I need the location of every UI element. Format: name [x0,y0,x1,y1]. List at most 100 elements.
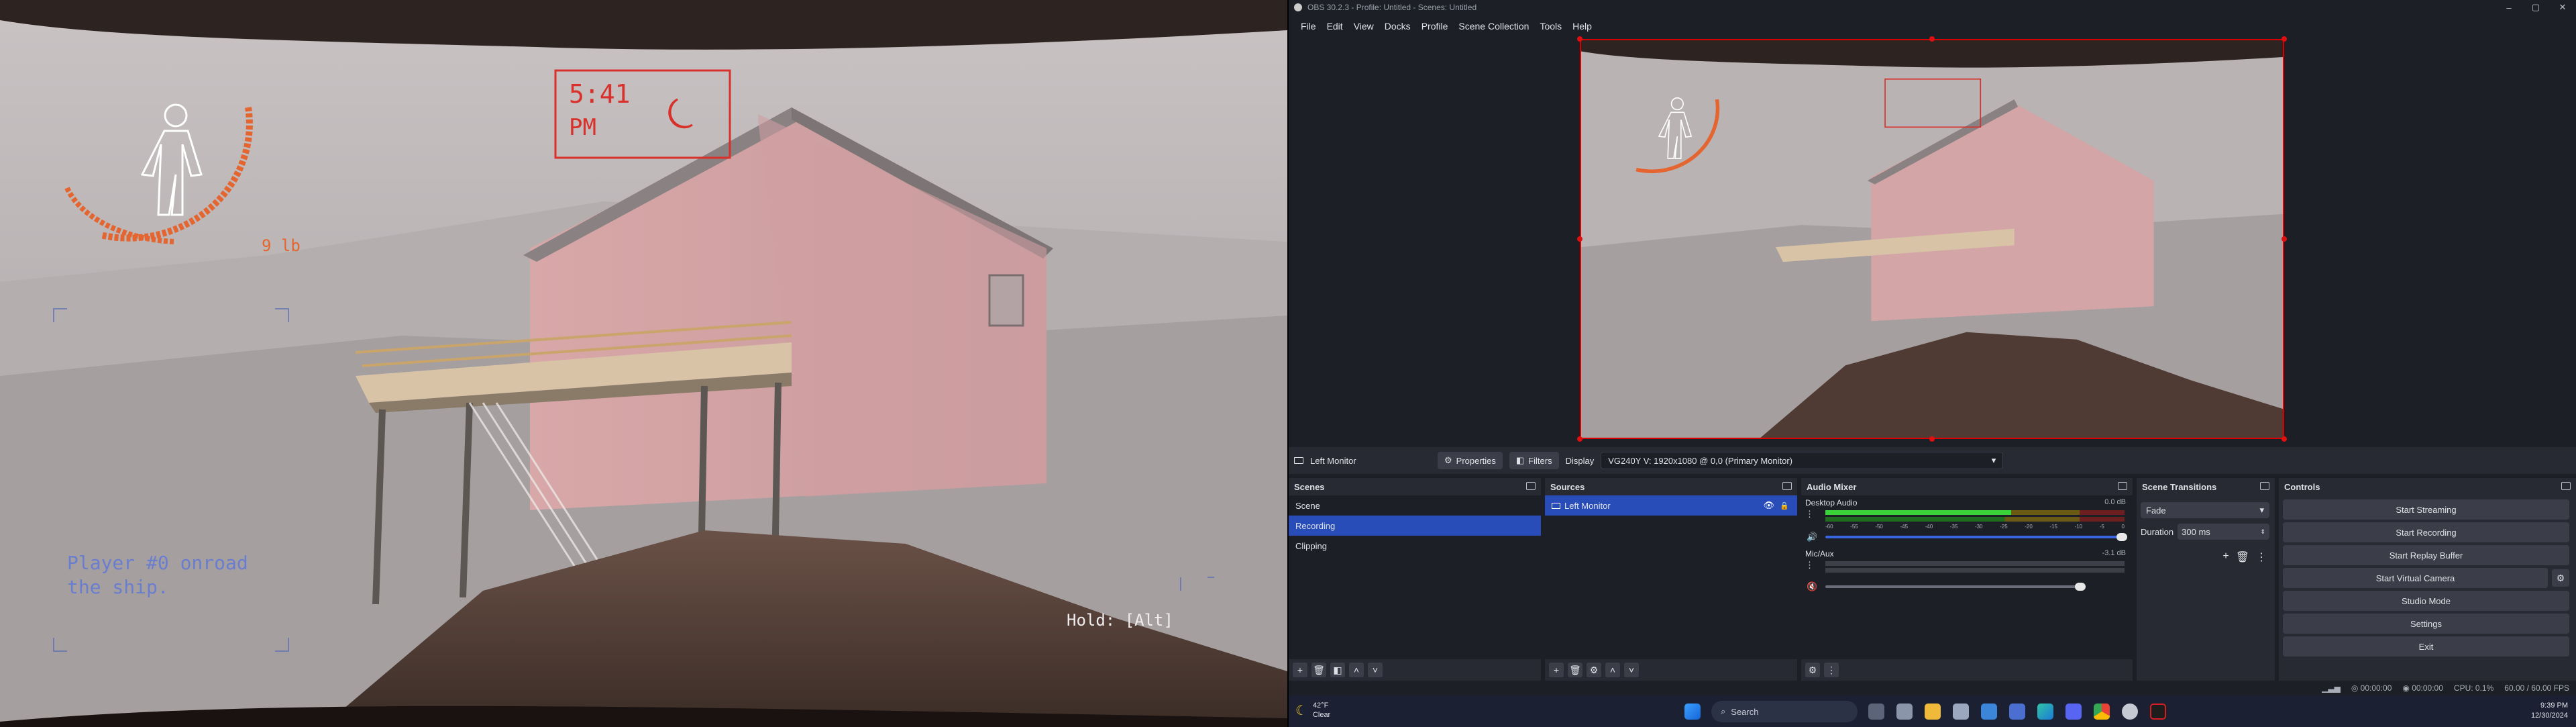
resize-handle-tr[interactable] [2282,36,2287,42]
app-icon[interactable] [2122,704,2138,720]
obs-taskbar-icon[interactable] [2150,704,2166,720]
menu-docks[interactable]: Docks [1379,21,1416,32]
audio-channels: Desktop Audio 0.0 dB ⋮ -60 -55 -50 -45 -40 -3… [1801,495,2133,659]
sources-list: Left Monitor 👁 🔒 [1545,495,1797,659]
move-down-button[interactable]: ˅ [1624,663,1639,677]
level-meter-fill [1825,510,2011,515]
source-item[interactable]: Left Monitor 👁 🔒 [1545,495,1797,516]
start-replay-buffer-button[interactable]: Start Replay Buffer [2283,545,2569,565]
transition-select[interactable]: Fade ▾ [2141,502,2269,518]
undock-icon[interactable] [1526,482,1536,490]
weather-temp: 42°F [1312,701,1329,710]
close-icon[interactable]: ✕ [2549,0,2576,15]
resize-handle-tl[interactable] [1577,36,1582,42]
speaker-icon[interactable]: 🔊 [1807,532,1817,542]
display-select[interactable]: VG240Y V: 1920x1080 @ 0,0 (Primary Monit… [1601,452,2004,469]
edge-icon[interactable] [2037,704,2053,720]
remove-source-button[interactable]: 🗑 [1568,663,1582,677]
tick: -55 [1850,524,1858,530]
tick: 0 [2121,524,2125,530]
menu-view[interactable]: View [1348,21,1379,32]
minimize-icon[interactable]: – [2496,0,2522,15]
preview-area[interactable] [1289,36,2576,447]
exit-button[interactable]: Exit [2283,636,2569,657]
virtual-camera-settings-icon[interactable]: ⚙ [2552,569,2569,587]
settings-app-icon[interactable] [1896,704,1913,720]
clock-time: 9:39 PM [2540,701,2568,710]
kebab-menu-icon[interactable]: ⋮ [1805,509,1814,520]
snipping-tool-icon[interactable] [1953,704,1969,720]
remove-scene-button[interactable]: 🗑 [1311,663,1326,677]
resize-handle-l[interactable] [1577,236,1582,242]
preview-source-frame[interactable] [1580,39,2284,439]
advanced-audio-button[interactable]: ⚙ [1805,663,1820,677]
task-view-icon[interactable] [1868,704,1884,720]
tick: -60 [1825,524,1833,530]
undock-icon[interactable] [2118,482,2127,490]
game-view: 5:41 PM 9 lb Player #0 onroad the ship. … [0,0,1287,727]
studio-mode-button[interactable]: Studio Mode [2283,591,2569,611]
system-clock[interactable]: 9:39 PM 12/30/2024 [2531,701,2568,721]
undock-icon[interactable] [2260,482,2269,490]
tick: -45 [1900,524,1909,530]
scene-item[interactable]: Scene [1289,495,1541,516]
volume-slider-knob[interactable] [2116,533,2127,541]
windows-start-icon[interactable] [1684,704,1701,720]
properties-button[interactable]: ⚙ Properties [1438,452,1503,469]
start-streaming-button[interactable]: Start Streaming [2283,499,2569,520]
menu-scene-collection[interactable]: Scene Collection [1453,21,1534,32]
spinner-icon[interactable]: ⇕ [2260,528,2265,536]
undock-icon[interactable] [1782,482,1792,490]
tick: -50 [1875,524,1883,530]
undock-icon[interactable] [2561,482,2571,490]
volume-slider[interactable] [1825,585,2080,588]
menu-help[interactable]: Help [1567,21,1597,32]
duration-row: Duration 300 ms ⇕ [2141,524,2269,540]
muted-speaker-icon[interactable]: 🔇 [1807,581,1817,592]
audio-menu-button[interactable]: ⋮ [1824,663,1839,677]
weather-widget[interactable]: ☾ 42°F Clear [1295,701,1330,720]
add-scene-button[interactable]: + [1293,663,1307,677]
add-transition-icon[interactable]: + [2222,550,2229,564]
discord-icon[interactable] [2065,704,2082,720]
store-icon[interactable] [1981,704,1997,720]
filters-button[interactable]: ◧ Filters [1509,452,1559,469]
move-up-button[interactable]: ˄ [1349,663,1364,677]
menu-edit[interactable]: Edit [1322,21,1348,32]
file-explorer-icon[interactable] [1925,704,1941,720]
resize-handle-r[interactable] [2282,236,2287,242]
source-properties-button[interactable]: ⚙ [1587,663,1601,677]
chrome-icon[interactable] [2094,704,2110,720]
volume-slider[interactable] [1825,536,2125,538]
resize-handle-t[interactable] [1929,36,1935,42]
menu-profile[interactable]: Profile [1416,21,1454,32]
search-box[interactable]: ⌕ Search [1711,701,1858,722]
menu-tools[interactable]: Tools [1534,21,1567,32]
kebab-menu-icon[interactable]: ⋮ [1805,560,1814,571]
settings-button[interactable]: Settings [2283,614,2569,634]
duration-input[interactable]: 300 ms ⇕ [2178,524,2269,540]
preview-thumbnail [1581,40,2283,438]
scene-filters-button[interactable]: ◧ [1330,663,1345,677]
notepad-icon[interactable] [2009,704,2025,720]
resize-handle-bl[interactable] [1577,436,1582,442]
move-up-button[interactable]: ˄ [1605,663,1620,677]
menu-file[interactable]: File [1295,21,1322,32]
scene-item-selected[interactable]: Recording [1289,516,1541,536]
player-message-line1: Player #0 onroad [67,552,248,574]
tick: -40 [1925,524,1933,530]
move-down-button[interactable]: ˅ [1368,663,1383,677]
transition-menu-icon[interactable]: ⋮ [2256,550,2267,564]
resize-handle-b[interactable] [1929,436,1935,442]
scene-item[interactable]: Clipping [1289,536,1541,556]
start-recording-button[interactable]: Start Recording [2283,522,2569,542]
maximize-icon[interactable]: ▢ [2522,0,2549,15]
remove-transition-icon[interactable]: 🗑 [2236,550,2249,564]
add-source-button[interactable]: + [1549,663,1564,677]
obs-logo-icon [1294,3,1302,11]
lock-icon[interactable]: 🔒 [1780,501,1789,510]
volume-slider-knob[interactable] [2075,583,2086,591]
resize-handle-br[interactable] [2282,436,2287,442]
visibility-eye-icon[interactable]: 👁 [1763,500,1774,511]
start-virtual-camera-button[interactable]: Start Virtual Camera [2283,568,2548,588]
